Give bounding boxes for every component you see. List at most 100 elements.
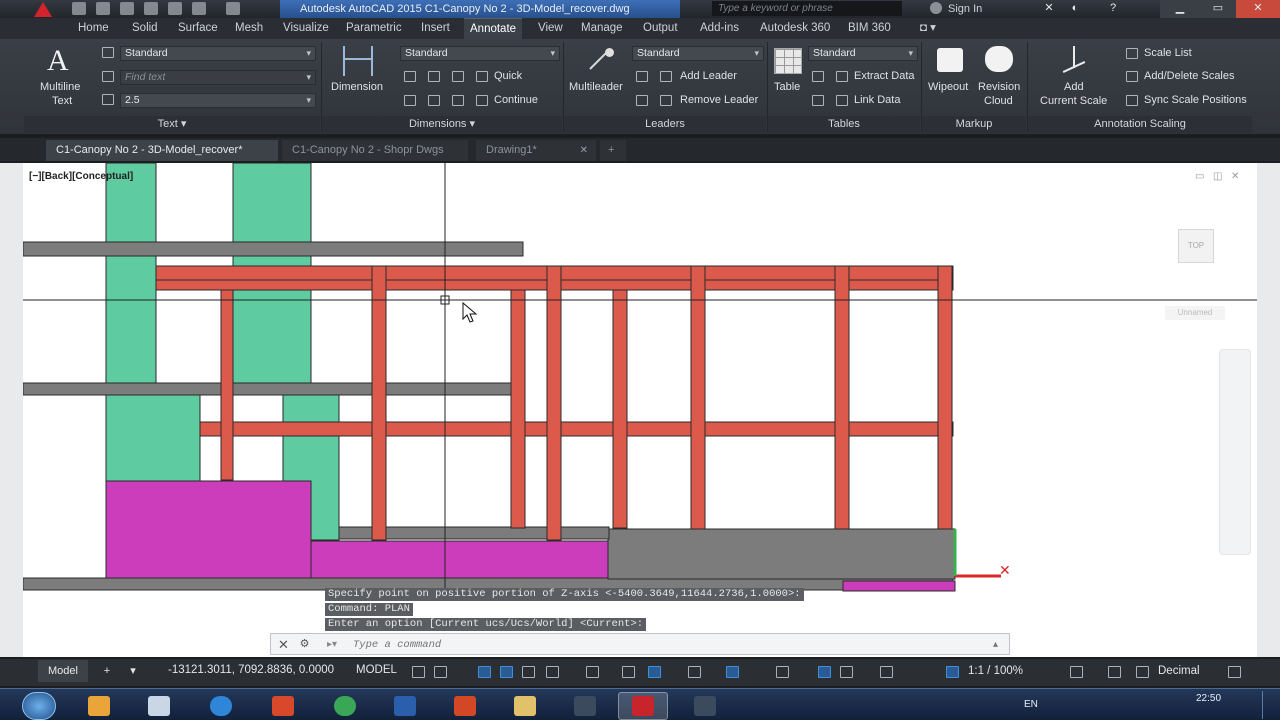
ribbon-options-icon[interactable]: ◘ ▾ xyxy=(920,18,936,39)
language-indicator[interactable]: EN xyxy=(1024,699,1038,710)
model-space-toggle[interactable]: MODEL xyxy=(356,664,397,676)
model-layout-tab[interactable]: Model xyxy=(38,660,88,682)
undo-icon[interactable] xyxy=(192,2,206,15)
customization-icon[interactable] xyxy=(1228,666,1241,678)
taskbar-internet-explorer[interactable] xyxy=(196,692,246,720)
dimension-style-select[interactable]: Standard xyxy=(400,46,560,61)
wipeout-label[interactable]: Wipeout xyxy=(928,81,968,93)
command-input[interactable] xyxy=(353,637,993,652)
dimensions-panel-title[interactable]: Dimensions ▾ xyxy=(322,116,562,133)
add-current-scale-icon[interactable] xyxy=(1062,46,1086,74)
taskbar-explorer-window[interactable] xyxy=(134,692,184,720)
link-data-label[interactable]: Link Data xyxy=(854,94,900,106)
adjust-space-icon[interactable] xyxy=(452,95,464,106)
revision-cloud-label[interactable]: Revision xyxy=(978,81,1020,93)
show-desktop-button[interactable] xyxy=(1262,691,1276,719)
taskbar-outlook[interactable] xyxy=(74,692,124,720)
tab-mesh[interactable]: Mesh xyxy=(235,18,263,39)
save-icon[interactable] xyxy=(120,2,134,15)
new-file-icon[interactable] xyxy=(72,2,86,15)
selection-filter-icon[interactable] xyxy=(818,666,831,678)
viewport-controls-label[interactable]: [−][Back][Conceptual] xyxy=(29,171,133,182)
markup-panel-title[interactable]: Markup xyxy=(922,116,1026,133)
viewport-minimize-icon[interactable]: ▭ xyxy=(1195,172,1207,182)
tab-parametric[interactable]: Parametric xyxy=(346,18,402,39)
snap-icon[interactable] xyxy=(434,666,447,678)
new-tab-button[interactable]: + xyxy=(600,140,626,161)
collect-leaders-icon[interactable] xyxy=(636,95,648,106)
multileader-style-select[interactable]: Standard xyxy=(632,46,764,61)
viewcube[interactable]: TOP xyxy=(1178,229,1214,263)
transparency-icon[interactable] xyxy=(648,666,661,678)
multileader-icon[interactable] xyxy=(588,48,614,74)
ucs-menu[interactable]: Unnamed xyxy=(1165,306,1225,320)
add-layout-button[interactable]: + xyxy=(96,660,118,682)
sync-scale-icon[interactable] xyxy=(1126,95,1138,106)
exchange-apps-icon[interactable]: ✕ xyxy=(1036,0,1062,18)
dynamic-ucs-icon[interactable] xyxy=(776,666,789,678)
tab-autodesk-360[interactable]: Autodesk 360 xyxy=(760,18,830,39)
ortho-icon[interactable] xyxy=(478,666,491,678)
minimize-button[interactable]: ▁ xyxy=(1160,0,1200,18)
table-style-select[interactable]: Standard xyxy=(808,46,918,61)
drawing-viewport[interactable]: ✕ [−][Back][Conceptual] ▭ ◫ ✕ TOP Unname… xyxy=(23,163,1257,657)
multileader-label[interactable]: Multileader xyxy=(569,81,623,93)
file-tab-shop-drawings[interactable]: C1-Canopy No 2 - Shopr Dwgs xyxy=(282,140,468,161)
link-data-icon[interactable] xyxy=(812,95,824,106)
dimension-label[interactable]: Dimension xyxy=(331,81,383,93)
stay-connected-icon[interactable]: ◐ xyxy=(1062,0,1088,18)
add-scale-label-2[interactable]: Current Scale xyxy=(1040,95,1107,107)
taskbar-powerpoint[interactable] xyxy=(440,692,490,720)
file-tab-drawing1[interactable]: Drawing1* ✕ xyxy=(476,140,596,161)
annotation-plus-icon[interactable] xyxy=(1108,666,1121,678)
add-leader-label[interactable]: Add Leader xyxy=(680,70,737,82)
continue-dim-icon[interactable] xyxy=(476,95,488,106)
annotation-monitor-icon[interactable] xyxy=(946,666,959,678)
object-snap-tracking-icon[interactable] xyxy=(546,666,559,678)
workspace-switching-icon[interactable] xyxy=(1070,666,1083,678)
close-button[interactable]: ✕ xyxy=(1236,0,1280,18)
gizmo-icon[interactable] xyxy=(840,666,853,678)
navigation-bar[interactable] xyxy=(1219,349,1251,555)
tab-visualize[interactable]: Visualize xyxy=(283,18,329,39)
add-delete-scales-icon[interactable] xyxy=(1126,71,1138,82)
taskbar-chrome[interactable] xyxy=(320,692,370,720)
add-scale-label[interactable]: Add xyxy=(1064,81,1084,93)
tab-home[interactable]: Home xyxy=(78,18,109,39)
quick-dim-icon[interactable] xyxy=(476,71,488,82)
clock[interactable]: 22:50 xyxy=(1196,693,1221,704)
linear-dim-icon[interactable] xyxy=(404,71,416,82)
tab-solid[interactable]: Solid xyxy=(132,18,158,39)
taskbar-file-explorer[interactable] xyxy=(500,692,550,720)
aligned-dim-icon[interactable] xyxy=(428,71,440,82)
tab-output[interactable]: Output xyxy=(643,18,678,39)
sign-in-button[interactable]: Sign In xyxy=(930,0,982,18)
align-leaders-icon[interactable] xyxy=(636,71,648,82)
scale-list-label[interactable]: Scale List xyxy=(1144,47,1192,59)
multiline-text-icon[interactable]: A xyxy=(47,44,69,78)
tables-panel-title[interactable]: Tables xyxy=(768,116,920,133)
isodraft-icon[interactable] xyxy=(522,666,535,678)
annotation-scale-select[interactable]: 1:1 / 100% xyxy=(968,665,1023,677)
units-select[interactable]: Decimal xyxy=(1158,665,1200,677)
table-label[interactable]: Table xyxy=(774,81,800,93)
lock-ui-icon[interactable] xyxy=(1136,666,1149,678)
table-icon[interactable] xyxy=(774,48,802,74)
close-tab-icon[interactable]: ✕ xyxy=(580,140,588,161)
continue-dim-label[interactable]: Continue xyxy=(494,94,538,106)
extract-data-icon[interactable] xyxy=(812,71,824,82)
maximize-button[interactable]: ▭ xyxy=(1200,0,1236,18)
tab-manage[interactable]: Manage xyxy=(581,18,623,39)
remove-leader-label[interactable]: Remove Leader xyxy=(680,94,758,106)
break-dim-icon[interactable] xyxy=(428,95,440,106)
text-panel-title[interactable]: Text ▾ xyxy=(24,116,320,133)
multiline-text-label-2[interactable]: Text xyxy=(52,95,72,107)
tab-add-ins[interactable]: Add-ins xyxy=(700,18,739,39)
viewport-close-icon[interactable]: ✕ xyxy=(1231,172,1243,182)
remove-leader-icon[interactable] xyxy=(660,95,672,106)
3d-osnap-icon[interactable] xyxy=(726,666,739,678)
customize-icon[interactable]: ⚙ xyxy=(297,637,312,652)
taskbar-app-2[interactable] xyxy=(680,692,730,720)
redo-icon[interactable] xyxy=(226,2,240,15)
taskbar-acrobat[interactable] xyxy=(258,692,308,720)
